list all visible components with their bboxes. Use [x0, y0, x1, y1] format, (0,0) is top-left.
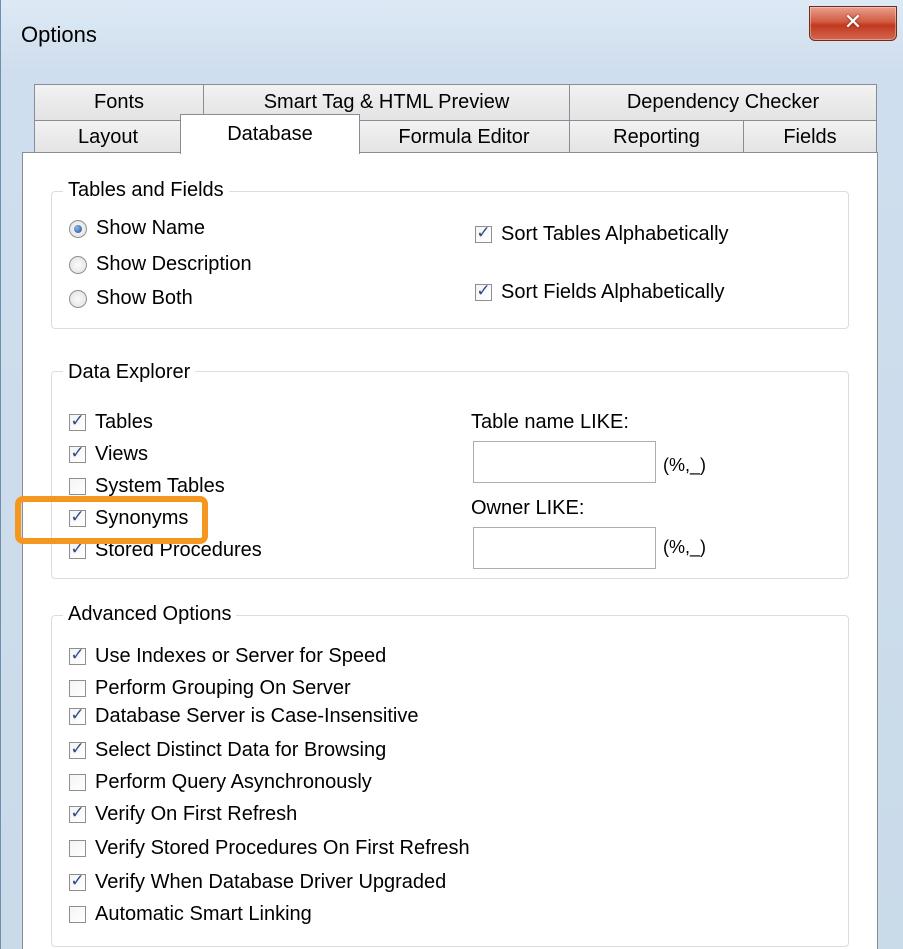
checkbox-label: Verify When Database Driver Upgraded — [95, 871, 447, 893]
close-button[interactable]: ✕ — [809, 6, 897, 41]
title-bar[interactable]: Options ✕ — [1, 0, 903, 76]
checkbox-indicator[interactable] — [69, 645, 86, 665]
tab-label: Reporting — [613, 126, 700, 148]
checkbox-label: Sort Tables Alphabetically — [501, 223, 729, 245]
group-title: Tables and Fields — [63, 179, 229, 202]
checkbox-indicator[interactable] — [69, 478, 86, 495]
checkbox-label: Verify Stored Procedures On First Refres… — [95, 837, 470, 859]
tab-reporting[interactable]: Reporting — [569, 120, 744, 154]
sort-fields-alphabetically-checkbox[interactable]: Sort Fields Alphabetically — [475, 281, 724, 304]
radio-indicator[interactable] — [69, 255, 87, 274]
tab-label: Database — [227, 123, 313, 145]
checkbox-indicator[interactable] — [475, 223, 492, 243]
tab-layout[interactable]: Layout — [34, 120, 182, 154]
tab-dependency-checker[interactable]: Dependency Checker — [569, 84, 877, 120]
case-insensitive-checkbox[interactable]: Database Server is Case-Insensitive — [69, 705, 418, 728]
synonyms-checkbox[interactable]: Synonyms — [69, 507, 188, 530]
owner-like-label: Owner LIKE: — [471, 497, 585, 519]
tab-label: Fields — [783, 126, 837, 148]
checkbox-indicator[interactable] — [69, 803, 86, 823]
checkbox-indicator[interactable] — [69, 739, 86, 759]
views-checkbox[interactable]: Views — [69, 443, 148, 466]
show-description-radio[interactable]: Show Description — [69, 253, 252, 276]
radio-indicator[interactable] — [69, 219, 87, 238]
sort-tables-alphabetically-checkbox[interactable]: Sort Tables Alphabetically — [475, 223, 729, 246]
checkbox-label: Views — [95, 443, 148, 465]
checkbox-indicator[interactable] — [69, 840, 86, 857]
table-name-like-label: Table name LIKE: — [471, 411, 629, 433]
checkbox-label: Tables — [95, 411, 153, 433]
tab-formula-editor[interactable]: Formula Editor — [358, 120, 570, 154]
tab-database[interactable]: Database — [180, 114, 360, 154]
checkbox-indicator[interactable] — [69, 680, 86, 697]
owner-wildcard-hint: (%,_) — [663, 537, 707, 557]
use-indexes-checkbox[interactable]: Use Indexes or Server for Speed — [69, 645, 386, 668]
window-title: Options — [21, 22, 97, 47]
table-name-like-input[interactable] — [473, 441, 656, 483]
owner-like-input[interactable] — [473, 527, 656, 569]
automatic-smart-linking-checkbox[interactable]: Automatic Smart Linking — [69, 903, 312, 926]
verify-driver-upgraded-checkbox[interactable]: Verify When Database Driver Upgraded — [69, 871, 446, 894]
tables-checkbox[interactable]: Tables — [69, 411, 153, 434]
checkbox-label: System Tables — [95, 475, 225, 497]
group-title: Data Explorer — [63, 361, 196, 384]
radio-label: Show Description — [96, 253, 252, 275]
query-asynchronously-checkbox[interactable]: Perform Query Asynchronously — [69, 771, 372, 794]
checkbox-indicator[interactable] — [475, 281, 492, 301]
show-name-radio[interactable]: Show Name — [69, 217, 205, 240]
tab-label: Fonts — [93, 91, 145, 113]
radio-indicator[interactable] — [69, 289, 87, 308]
checkbox-indicator[interactable] — [69, 411, 86, 431]
tab-fonts[interactable]: Fonts — [34, 84, 204, 120]
radio-label: Show Both — [96, 287, 193, 309]
tab-label: Dependency Checker — [626, 91, 820, 113]
tab-label: Formula Editor — [398, 126, 530, 148]
database-tab-panel: Tables and Fields Show Name Show Descrip… — [22, 152, 878, 949]
verify-stored-procedures-checkbox[interactable]: Verify Stored Procedures On First Refres… — [69, 837, 470, 860]
tab-label: Smart Tag & HTML Preview — [263, 91, 510, 113]
checkbox-label: Stored Procedures — [95, 539, 262, 561]
select-distinct-data-checkbox[interactable]: Select Distinct Data for Browsing — [69, 739, 386, 762]
tab-label: Layout — [77, 126, 139, 148]
checkbox-label: Select Distinct Data for Browsing — [95, 739, 387, 761]
checkbox-label: Database Server is Case-Insensitive — [95, 705, 419, 727]
stored-procedures-checkbox[interactable]: Stored Procedures — [69, 539, 262, 562]
radio-label: Show Name — [96, 217, 205, 239]
checkbox-label: Automatic Smart Linking — [95, 903, 312, 925]
checkbox-label: Verify On First Refresh — [95, 803, 298, 825]
checkbox-indicator[interactable] — [69, 906, 86, 923]
checkbox-indicator[interactable] — [69, 774, 86, 791]
checkbox-label: Perform Query Asynchronously — [95, 771, 372, 793]
checkbox-label: Perform Grouping On Server — [95, 677, 351, 699]
verify-on-first-refresh-checkbox[interactable]: Verify On First Refresh — [69, 803, 297, 826]
perform-grouping-on-server-checkbox[interactable]: Perform Grouping On Server — [69, 677, 351, 700]
checkbox-indicator[interactable] — [69, 507, 86, 527]
checkbox-indicator[interactable] — [69, 443, 86, 463]
checkbox-label: Use Indexes or Server for Speed — [95, 645, 387, 667]
system-tables-checkbox[interactable]: System Tables — [69, 475, 225, 498]
checkbox-indicator[interactable] — [69, 705, 86, 725]
checkbox-indicator[interactable] — [69, 871, 86, 891]
close-icon: ✕ — [843, 10, 863, 35]
group-title: Advanced Options — [63, 603, 237, 626]
checkbox-label: Synonyms — [95, 507, 189, 529]
show-both-radio[interactable]: Show Both — [69, 287, 193, 310]
checkbox-indicator[interactable] — [69, 539, 86, 559]
table-name-wildcard-hint: (%,_) — [663, 455, 707, 475]
checkbox-label: Sort Fields Alphabetically — [501, 281, 725, 303]
tab-fields[interactable]: Fields — [743, 120, 877, 154]
